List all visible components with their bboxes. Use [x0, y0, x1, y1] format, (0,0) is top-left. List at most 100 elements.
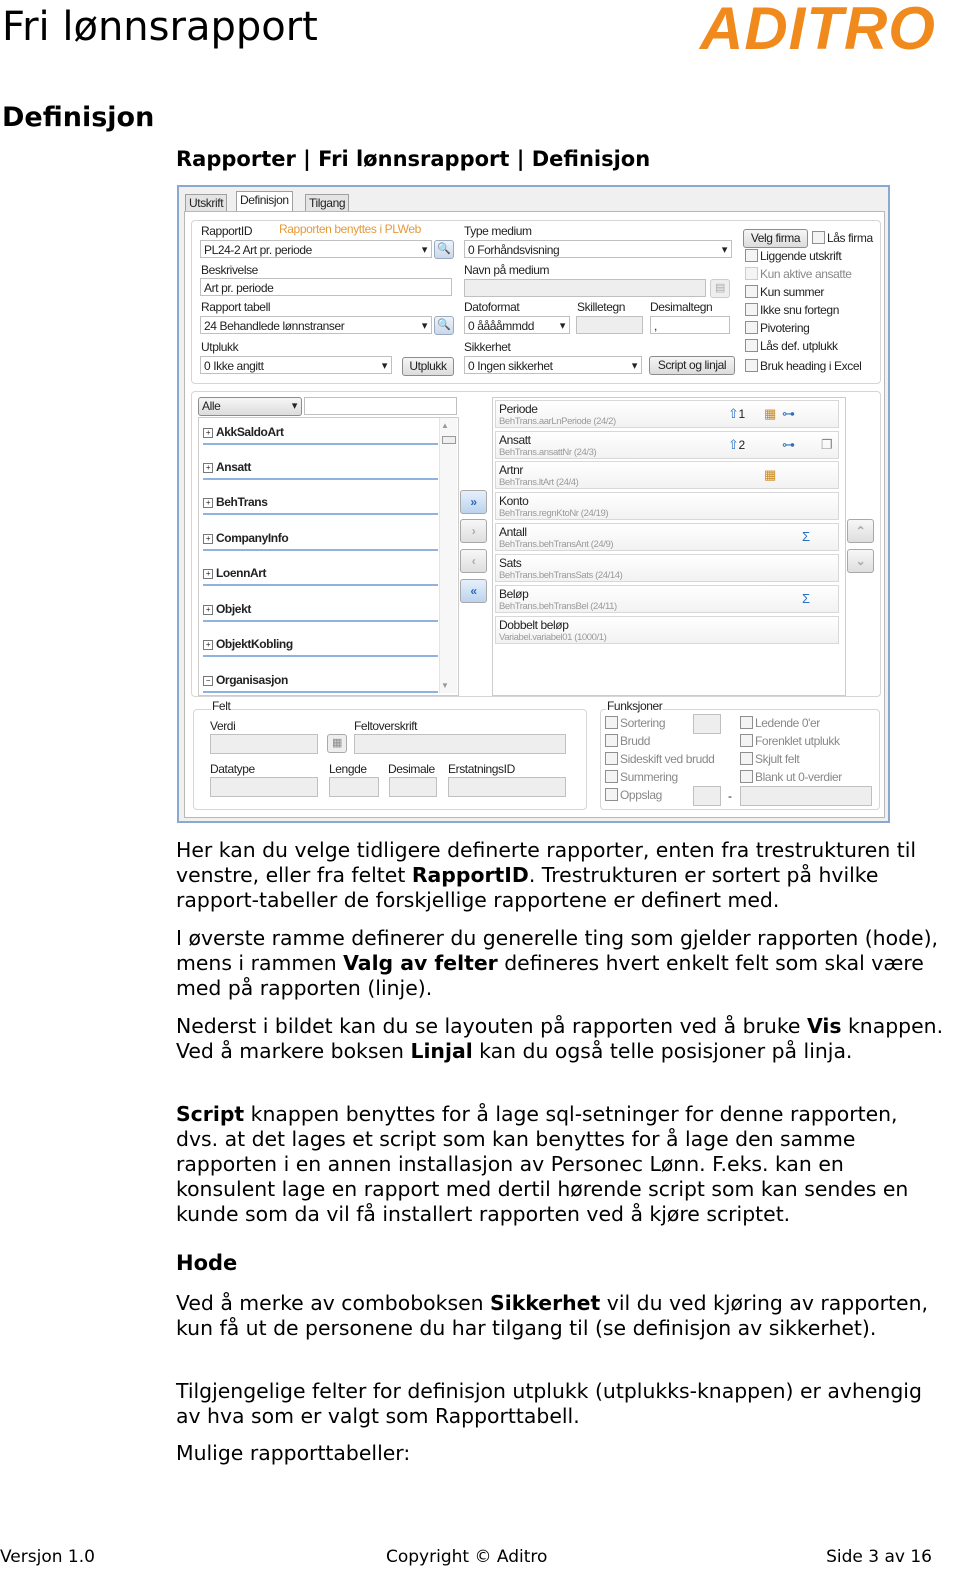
tree-item-companyinfo[interactable]: + CompanyInfo — [203, 531, 438, 551]
tab-utskrift[interactable]: Utskrift — [185, 194, 228, 212]
sideskift-checkbox[interactable]: Sideskift ved brudd — [605, 752, 715, 766]
rapportid-combo[interactable]: PL24-2 Art pr. periode — [200, 240, 432, 259]
feltoverskrift-input[interactable] — [354, 734, 566, 754]
tree-item-organisasjon[interactable]: − Organisasjon — [203, 673, 438, 693]
paragraph-vis-linjal: Nederst i bildet kan du se layouten på r… — [176, 1014, 944, 1063]
paragraph-sikkerhet: Ved å merke av comboboksen Sikkerhet vil… — [176, 1291, 928, 1340]
utplukk-combo[interactable]: 0 Ikke angitt — [200, 356, 392, 375]
utplukk-button[interactable]: Utplukk — [402, 357, 454, 376]
datoformat-combo[interactable]: 0 ååååmmdd — [464, 316, 570, 335]
felt-title: Felt — [211, 699, 232, 713]
forenklet-utplukk-checkbox[interactable]: Forenklet utplukk — [740, 734, 840, 748]
remove-button[interactable]: ‹ — [460, 549, 487, 573]
brudd-checkbox[interactable]: Brudd — [605, 734, 650, 748]
tree-item-akksaldoart[interactable]: + AkkSaldoArt — [203, 425, 438, 445]
type-medium-combo[interactable]: 0 Forhåndsvisning — [464, 240, 732, 259]
tab-tilgang[interactable]: Tilgang — [305, 194, 350, 212]
type-medium-label: Type medium — [464, 224, 532, 238]
velg-firma-button[interactable]: Velg firma — [743, 229, 808, 248]
lengde-input[interactable] — [329, 777, 379, 797]
calculator-icon[interactable]: ▦ — [327, 734, 347, 753]
rapportid-label: RapportID — [201, 224, 253, 238]
tree-item-loennart[interactable]: + LoennArt — [203, 566, 438, 586]
search-icon[interactable]: 🔍 — [434, 240, 454, 259]
tree-item-behtrans[interactable]: + BehTrans — [203, 495, 438, 515]
tree-item-objektkobling[interactable]: + ObjektKobling — [203, 637, 438, 657]
sikkerhet-combo[interactable]: 0 Ingen sikkerhet — [464, 356, 642, 375]
sum-icon: Σ — [802, 529, 810, 544]
sortering-order-input[interactable] — [693, 714, 721, 734]
footer-page-number: Side 3 av 16 — [826, 1547, 932, 1567]
tab-definisjon[interactable]: Definisjon — [236, 191, 293, 213]
navn-medium-label: Navn på medium — [464, 263, 550, 277]
field-row-artnr[interactable]: Artnr BehTrans.ltArt (24/4) ▦ — [495, 461, 839, 489]
navn-medium-input[interactable] — [464, 279, 706, 297]
move-down-button[interactable]: ⌄ — [847, 549, 874, 573]
skilletegn-input[interactable] — [576, 316, 643, 334]
report-definition-screenshot: Utskrift Definisjon Tilgang RapportID Ra… — [177, 185, 890, 823]
liggende-utskrift-checkbox[interactable]: Liggende utskrift — [745, 249, 842, 263]
tree-structure-icon: ⊶ — [782, 406, 795, 421]
folder-icon[interactable]: ▤ — [710, 279, 730, 298]
pivotering-checkbox[interactable]: Pivotering — [745, 321, 810, 335]
sortering-checkbox[interactable]: Sortering — [605, 716, 665, 730]
erstatningsid-label: ErstatningsID — [448, 762, 515, 776]
oppslag-from-input[interactable] — [693, 786, 721, 806]
filter-combo[interactable]: Alle — [198, 397, 302, 416]
field-row-antall[interactable]: Antall BehTrans.behTransAnt (24/9) Σ — [495, 523, 839, 551]
desimaltegn-input[interactable]: , — [650, 316, 730, 334]
kun-aktive-ansatte-checkbox[interactable]: Kun aktive ansatte — [745, 267, 852, 281]
blank-ut-checkbox[interactable]: Blank ut 0-verdier — [740, 770, 842, 784]
oppslag-to-input[interactable] — [740, 786, 872, 806]
field-row-dobbelt-belop[interactable]: Dobbelt beløp Variabel.variabel01 (1000/1… — [495, 616, 839, 644]
sort-ascending-icon: ⇧1 — [728, 406, 745, 421]
verdi-input[interactable] — [210, 734, 318, 754]
add-all-button[interactable]: » — [460, 490, 487, 514]
desimale-label: Desimale — [388, 762, 435, 776]
ikke-snu-fortegn-checkbox[interactable]: Ikke snu fortegn — [745, 303, 839, 317]
oppslag-checkbox[interactable]: Oppslag — [605, 788, 662, 802]
lengde-label: Lengde — [329, 762, 367, 776]
tree-search-input[interactable] — [304, 397, 457, 415]
tree-item-objekt[interactable]: + Objekt — [203, 602, 438, 622]
document-title: Fri lønnsrapport — [2, 4, 318, 50]
desimaltegn-label: Desimaltegn — [650, 300, 713, 314]
move-up-button[interactable]: ⌃ — [847, 519, 874, 543]
search-icon[interactable]: 🔍 — [434, 316, 454, 335]
funksjoner-title: Funksjoner — [606, 699, 664, 713]
plweb-note: Rapporten benyttes i PLWeb — [279, 222, 421, 236]
kun-summer-checkbox[interactable]: Kun summer — [745, 285, 824, 299]
add-button[interactable]: › — [460, 519, 487, 543]
breadcrumb: Rapporter | Fri lønnsrapport | Definisjo… — [176, 147, 651, 171]
paragraph-script: Script knappen benyttes for å lage sql-s… — [176, 1102, 909, 1226]
remove-all-button[interactable]: « — [460, 579, 487, 603]
datatype-input[interactable] — [210, 777, 318, 797]
ledende-nuller-checkbox[interactable]: Ledende 0'er — [740, 716, 820, 730]
tree-item-ansatt[interactable]: + Ansatt — [203, 460, 438, 480]
field-row-konto[interactable]: Konto BehTrans.regnKtoNr (24/19) — [495, 492, 839, 520]
field-row-ansatt[interactable]: Ansatt BehTrans.ansattNr (24/3) ⇧2 ⊶ ❐ — [495, 431, 839, 459]
datoformat-label: Datoformat — [464, 300, 520, 314]
footer-copyright: Copyright © Aditro — [386, 1547, 548, 1567]
field-row-periode[interactable]: Periode BehTrans.aarLnPeriode (24/2) ⇧1 ▦ ⊶ — [495, 400, 839, 428]
erstatningsid-input[interactable] — [448, 777, 566, 797]
las-firma-checkbox[interactable]: Lås firma — [812, 231, 873, 245]
summering-checkbox[interactable]: Summering — [605, 770, 678, 784]
datatype-label: Datatype — [210, 762, 255, 776]
skjult-felt-checkbox[interactable]: Skjult felt — [740, 752, 800, 766]
script-og-linjal-button[interactable]: Script og linjal — [649, 356, 735, 375]
paragraph-valg-av-felter: I øverste ramme definerer du generelle t… — [176, 926, 938, 1000]
footer-version: Versjon 1.0 — [0, 1547, 95, 1567]
grid-check-icon: ▦ — [764, 467, 776, 482]
desimale-input[interactable] — [389, 777, 437, 797]
beskrivelse-input[interactable]: Art pr. periode — [200, 278, 452, 296]
bruk-heading-excel-checkbox[interactable]: Bruk heading i Excel — [745, 359, 862, 373]
rapport-tabell-combo[interactable]: 24 Behandlede lønnstranser — [200, 316, 432, 335]
las-def-utplukk-checkbox[interactable]: Lås def. utplukk — [745, 339, 838, 353]
field-row-belop[interactable]: Beløp BehTrans.behTransBel (24/11) Σ — [495, 585, 839, 613]
field-row-sats[interactable]: Sats BehTrans.behTransSats (24/14) — [495, 554, 839, 582]
tree-scrollbar[interactable]: ▲ ▼ — [439, 418, 457, 693]
feltoverskrift-label: Feltoverskrift — [354, 719, 418, 733]
paragraph-utplukk: Tilgjengelige felter for definisjon utpl… — [176, 1379, 922, 1428]
range-dash: - — [728, 789, 732, 803]
